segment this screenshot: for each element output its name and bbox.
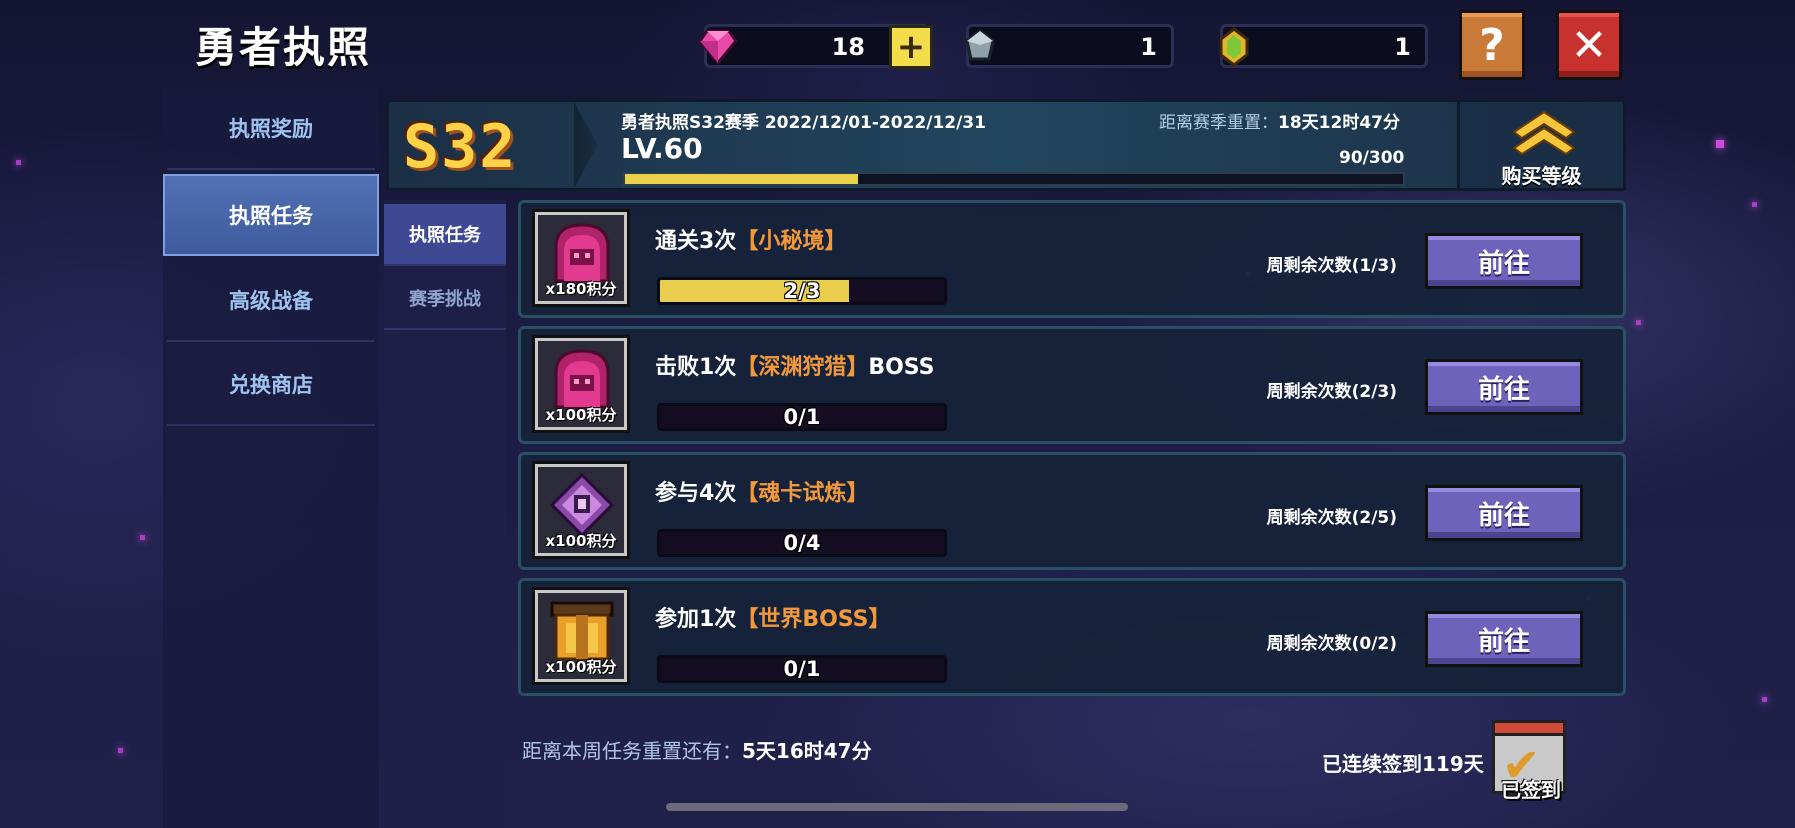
star-decoration xyxy=(1752,202,1757,207)
season-level: LV.60 xyxy=(621,132,703,165)
gold-gem-counter: 1 xyxy=(1219,24,1428,68)
task-progress-text: 0/1 xyxy=(783,657,821,681)
task-title-prefix: 通关3次 xyxy=(655,229,737,254)
buy-level-label: 购买等级 xyxy=(1501,164,1582,188)
task-progress-text: 0/1 xyxy=(783,405,821,429)
checkin-label: 已签到 xyxy=(1501,778,1561,802)
season-badge: S32 xyxy=(403,112,518,182)
sidebar: 执照奖励 执照任务 高级战备 兑换商店 xyxy=(163,88,379,828)
task-title-prefix: 参加1次 xyxy=(655,607,737,632)
task-progress-bar: 0/4 xyxy=(657,529,947,557)
task-remaining-count: 周剩余次数(2/3) xyxy=(1266,382,1397,402)
season-banner: S32 勇者执照S32赛季 2022/12/01-2022/12/31 LV.6… xyxy=(386,99,1626,191)
task-reward-icon: x100积分 xyxy=(532,461,630,559)
task-progress-text: 0/4 xyxy=(783,531,821,555)
task-title-highlight: 【世界BOSS】 xyxy=(736,607,891,632)
task-points: x180积分 xyxy=(545,280,617,298)
task-reward-icon: x180积分 xyxy=(532,209,630,307)
checkin-streak: 已连续签到119天 xyxy=(1322,752,1484,776)
season-reset-time: 18天12时47分 xyxy=(1278,113,1400,133)
task-remaining-count: 周剩余次数(1/3) xyxy=(1266,256,1397,276)
home-indicator[interactable] xyxy=(666,803,1128,811)
gem-count: 18 xyxy=(831,33,865,61)
gem-icon xyxy=(698,29,738,66)
task-go-button[interactable]: 前往 xyxy=(1425,485,1583,541)
star-decoration xyxy=(118,748,123,753)
task-title: 击败1次【深渊狩猎】BOSS xyxy=(655,349,935,381)
task-points: x100积分 xyxy=(545,532,617,550)
weekly-reset-time: 5天16时47分 xyxy=(742,739,872,763)
subtab-panel: 执照任务 赛季挑战 xyxy=(384,200,506,828)
double-chevron-up-icon xyxy=(1512,110,1576,156)
star-decoration xyxy=(140,535,145,540)
season-reset-label: 距离赛季重置： xyxy=(1159,113,1278,133)
subtab-license-tasks[interactable]: 执照任务 xyxy=(384,204,506,266)
season-divider xyxy=(574,102,598,188)
crystal-count: 1 xyxy=(1140,33,1157,61)
task-progress-bar: 0/1 xyxy=(657,655,947,683)
sidebar-item-license-tasks[interactable]: 执照任务 xyxy=(163,174,379,256)
task-card: x100积分 击败1次【深渊狩猎】BOSS 0/1 周剩余次数(2/3) 前往 xyxy=(518,326,1626,444)
task-title-suffix: BOSS xyxy=(868,355,935,380)
task-remaining-count: 周剩余次数(0/2) xyxy=(1266,634,1397,654)
buy-level-button[interactable]: 购买等级 xyxy=(1457,102,1623,188)
gold-gem-icon xyxy=(1219,27,1249,67)
task-card: x100积分 参加1次【世界BOSS】 0/1 周剩余次数(0/2) 前往 xyxy=(518,578,1626,696)
ghost-icon xyxy=(554,223,610,283)
star-decoration xyxy=(1636,320,1641,325)
task-progress-bar: 0/1 xyxy=(657,403,947,431)
star-decoration xyxy=(1762,697,1767,702)
task-title-prefix: 参与4次 xyxy=(655,481,737,506)
task-title-prefix: 击败1次 xyxy=(655,355,737,380)
soul-card-icon xyxy=(549,472,615,537)
close-button[interactable]: ✕ xyxy=(1556,10,1622,80)
crystal-counter: 1 xyxy=(965,24,1174,68)
task-title: 参加1次【世界BOSS】 xyxy=(655,601,891,633)
task-card: x180积分 通关3次【小秘境】 2/3 周剩余次数(1/3) 前往 xyxy=(518,200,1626,318)
season-reset-timer: 距离赛季重置：18天12时47分 xyxy=(1159,108,1400,133)
gem-counter: 18 + xyxy=(698,24,933,69)
task-title: 参与4次【魂卡试炼】 xyxy=(655,475,868,507)
task-reward-icon: x100积分 xyxy=(532,335,630,433)
chest-icon xyxy=(550,601,614,661)
task-reward-icon: x100积分 xyxy=(532,587,630,685)
star-decoration xyxy=(16,160,21,165)
sidebar-item-license-rewards[interactable]: 执照奖励 xyxy=(167,88,375,170)
task-title-highlight: 【深渊狩猎】 xyxy=(736,355,869,380)
season-name: 勇者执照S32赛季 2022/12/01-2022/12/31 xyxy=(621,113,986,133)
task-points: x100积分 xyxy=(545,406,617,424)
calendar-header xyxy=(1492,720,1566,736)
task-title-highlight: 【小秘境】 xyxy=(736,229,847,254)
sidebar-item-exchange-shop[interactable]: 兑换商店 xyxy=(167,344,375,426)
weekly-reset-label: 距离本周任务重置还有： xyxy=(522,739,742,763)
task-remaining-count: 周剩余次数(2/5) xyxy=(1266,508,1397,528)
task-title-highlight: 【魂卡试炼】 xyxy=(736,481,869,506)
season-exp-bar xyxy=(623,172,1405,186)
add-gems-button[interactable]: + xyxy=(889,25,933,69)
task-go-button[interactable]: 前往 xyxy=(1425,233,1583,289)
help-button[interactable]: ? xyxy=(1459,10,1525,80)
task-points: x100积分 xyxy=(545,658,617,676)
gold-gem-count: 1 xyxy=(1394,33,1411,61)
task-progress-bar: 2/3 xyxy=(657,277,947,305)
task-title: 通关3次【小秘境】 xyxy=(655,223,846,255)
season-exp-fill xyxy=(625,174,859,184)
weekly-reset-timer: 距离本周任务重置还有：5天16时47分 xyxy=(522,735,872,764)
task-progress-text: 2/3 xyxy=(783,279,821,303)
task-go-button[interactable]: 前往 xyxy=(1425,611,1583,667)
crystal-icon xyxy=(965,29,995,61)
task-go-button[interactable]: 前往 xyxy=(1425,359,1583,415)
season-exp-text: 90/300 xyxy=(1339,148,1405,168)
page-title: 勇者执照 xyxy=(195,23,372,72)
task-card: x100积分 参与4次【魂卡试炼】 0/4 周剩余次数(2/5) 前往 xyxy=(518,452,1626,570)
ghost-icon xyxy=(554,349,610,409)
star-decoration xyxy=(1716,140,1724,148)
subtab-season-challenge[interactable]: 赛季挑战 xyxy=(384,268,506,330)
checkin-button[interactable]: ✔ 已签到 xyxy=(1490,716,1568,802)
sidebar-item-advanced-gear[interactable]: 高级战备 xyxy=(167,260,375,342)
